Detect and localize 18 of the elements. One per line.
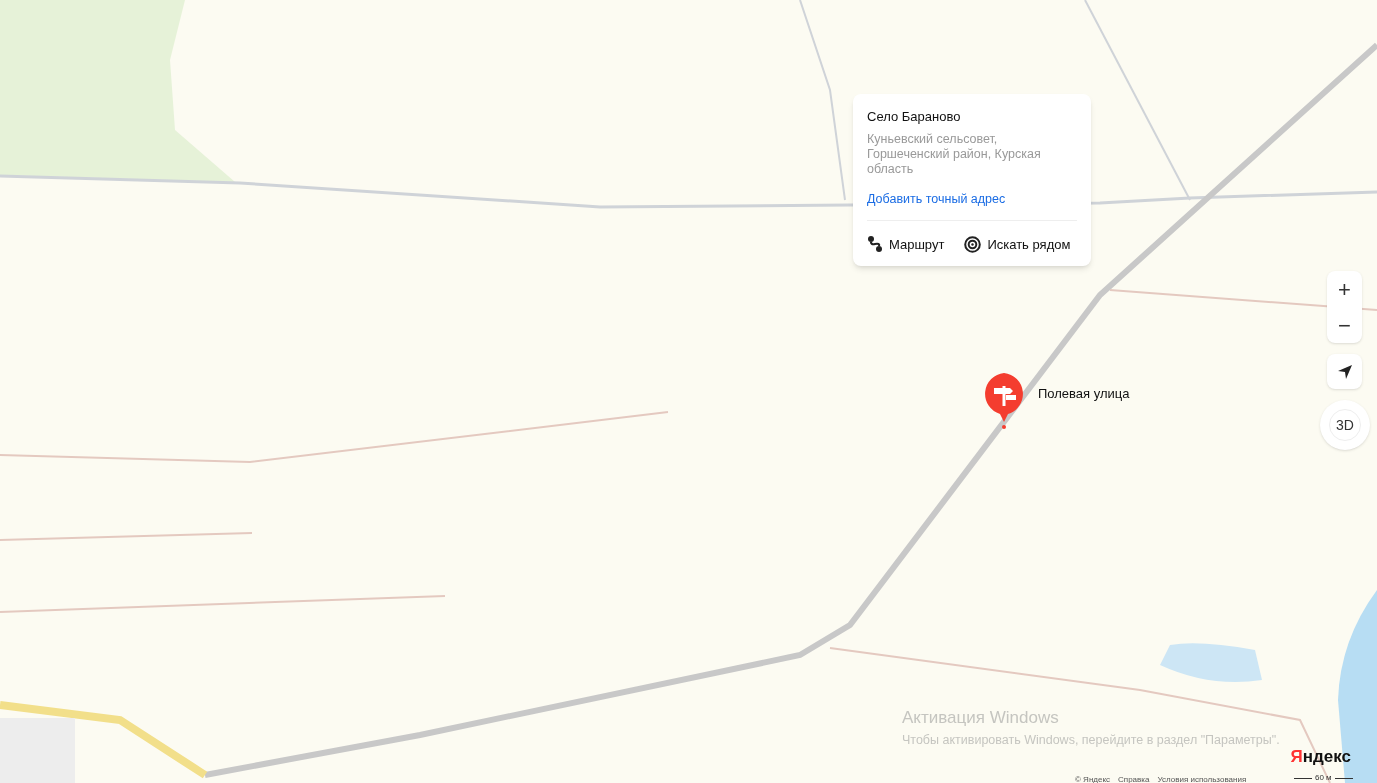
- footer-link[interactable]: Условия использования: [1157, 774, 1247, 783]
- scale-label: 60 м: [1315, 772, 1332, 783]
- yandex-logo[interactable]: Яндекс: [1290, 744, 1351, 770]
- target-icon: [964, 235, 982, 253]
- placemark-pin-icon[interactable]: [982, 372, 1026, 430]
- route-button[interactable]: Маршрут: [867, 234, 945, 254]
- search-nearby-button[interactable]: Искать рядом: [964, 234, 1071, 254]
- route-icon: [867, 235, 883, 254]
- zoom-out-button[interactable]: −: [1327, 307, 1362, 343]
- footer-link[interactable]: © Яндекс: [1075, 774, 1111, 783]
- geolocation-button[interactable]: [1327, 354, 1362, 389]
- footer-link[interactable]: Справка: [1118, 774, 1150, 783]
- add-address-link[interactable]: Добавить точный адрес: [867, 189, 1006, 209]
- zoom-in-button[interactable]: +: [1327, 271, 1362, 307]
- place-title: Село Бараново: [867, 108, 962, 126]
- placemark-label: Полевая улица: [1038, 385, 1130, 403]
- place-address: Куньевский сельсовет, Горшеченский район, Курская область: [867, 131, 1042, 177]
- location-arrow-icon: [1336, 363, 1353, 380]
